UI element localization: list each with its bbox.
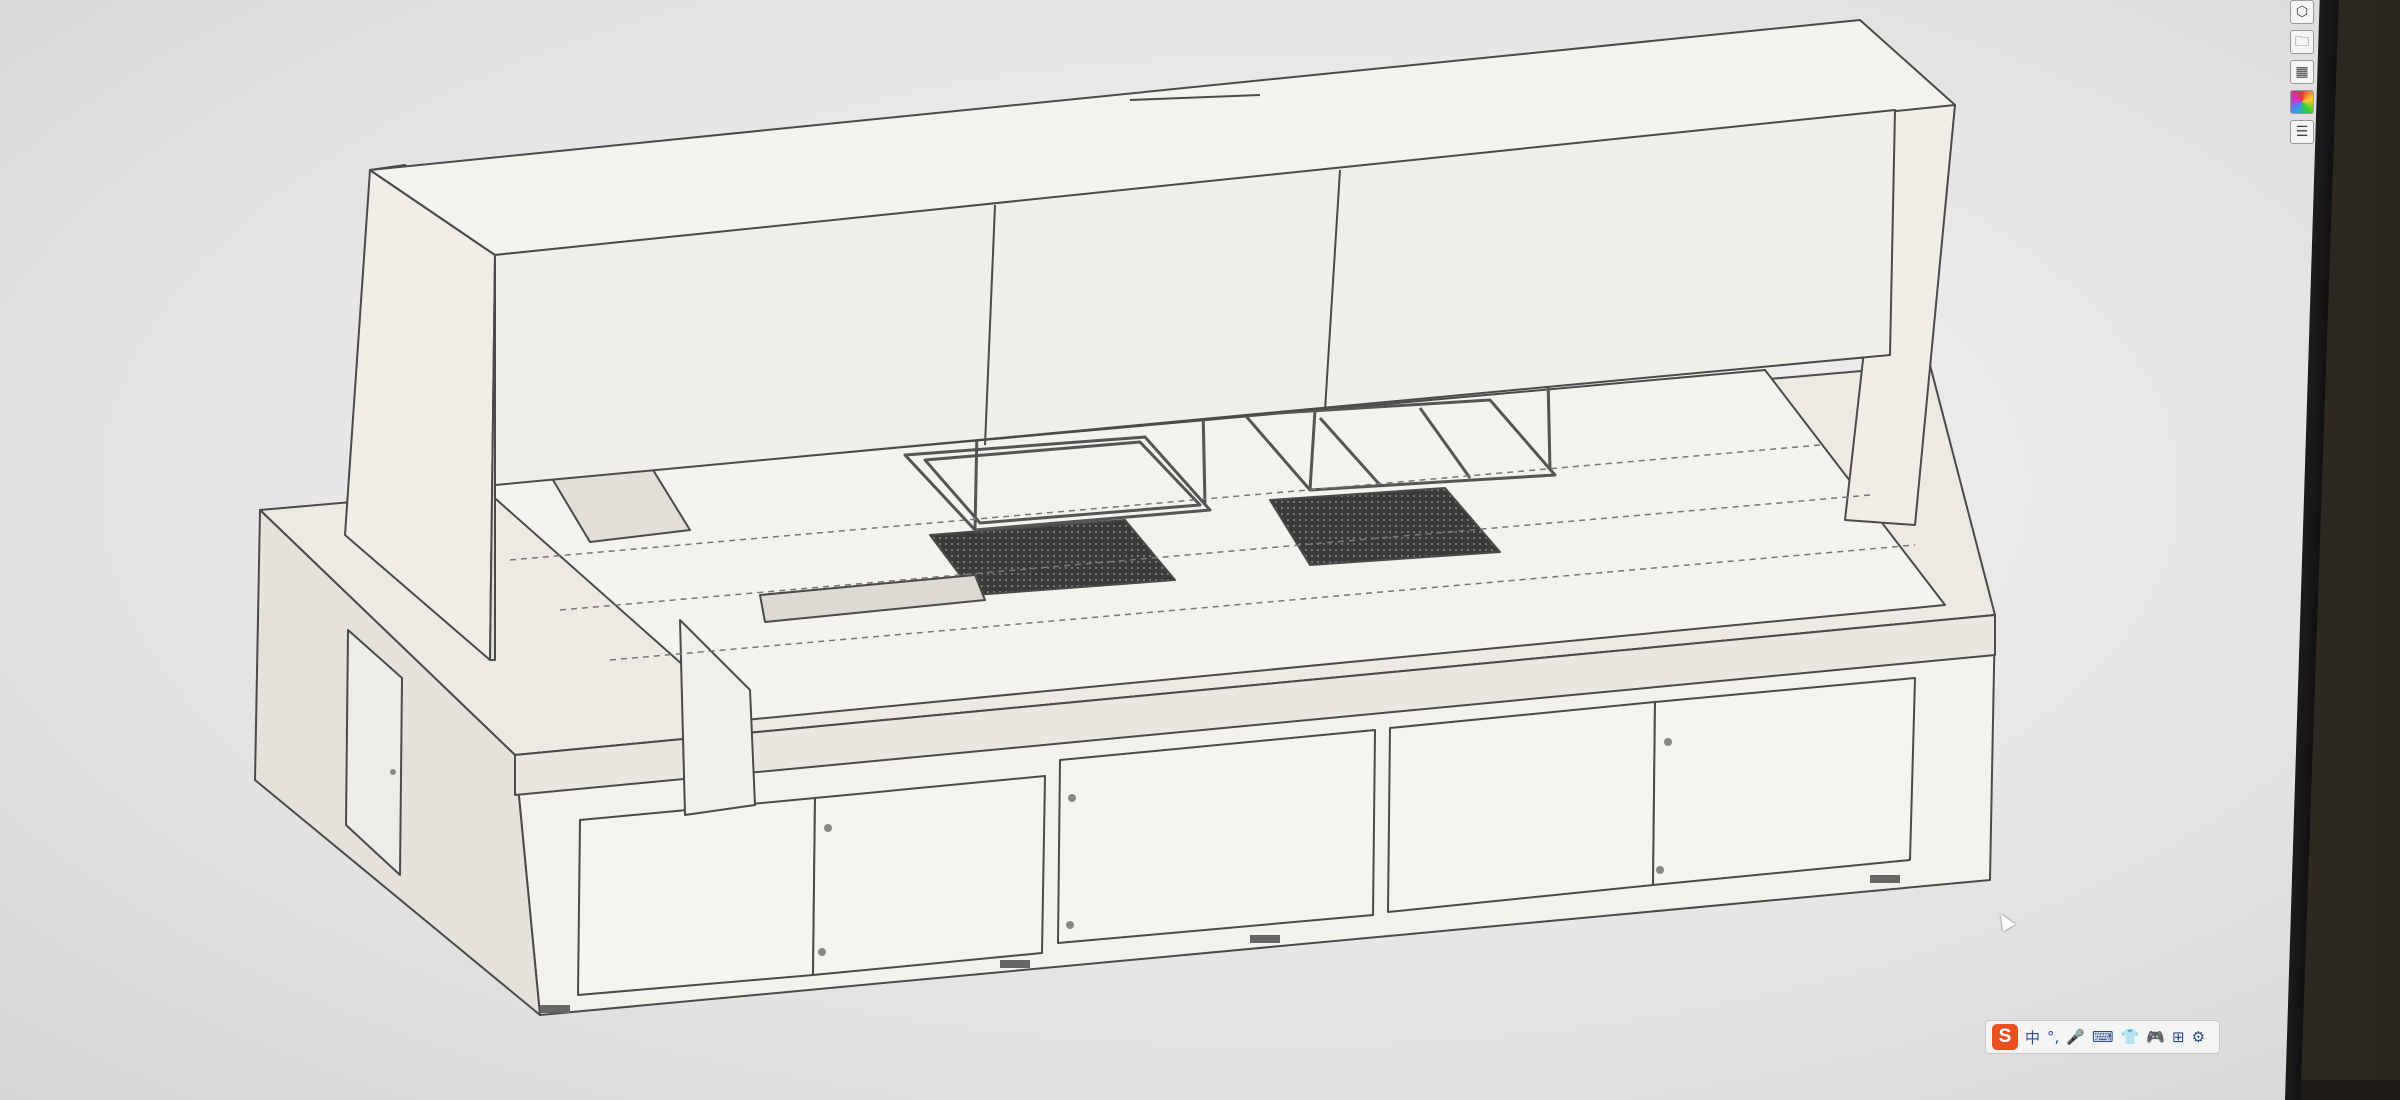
cube-view-icon[interactable]: ⬡ <box>2290 0 2314 24</box>
game-icon[interactable]: 🎮 <box>2146 1028 2165 1046</box>
cabinet-door <box>577 797 816 996</box>
properties-list-icon[interactable]: ☰ <box>2290 120 2314 144</box>
keyboard-icon[interactable]: ⌨ <box>2092 1028 2114 1046</box>
toolbox-icon[interactable]: ⊞ <box>2172 1028 2185 1046</box>
render-settings-icon[interactable]: ▦ <box>2290 60 2314 84</box>
input-mode-toggle[interactable]: 中 <box>2025 1027 2040 1048</box>
color-wheel-icon[interactable] <box>2290 90 2314 114</box>
open-folder-icon[interactable]: 🗀 <box>2290 30 2314 54</box>
cabinet-door <box>1652 677 1916 886</box>
microphone-icon[interactable]: 🎤 <box>2066 1028 2085 1046</box>
cad-3d-viewport[interactable] <box>0 0 2320 1100</box>
cabinet-door <box>1387 701 1656 913</box>
ime-status-bar: S 中 °, 🎤 ⌨ 👕 🎮 ⊞ ⚙ <box>1985 1020 2220 1054</box>
cabinet-door <box>812 775 1046 976</box>
settings-icon[interactable]: ⚙ <box>2192 1028 2205 1046</box>
sogou-logo-icon[interactable]: S <box>1992 1024 2018 1050</box>
monitor-screen <box>0 0 2320 1100</box>
skin-icon[interactable]: 👕 <box>2121 1028 2140 1046</box>
cabinet-door <box>1057 729 1376 944</box>
machine-model-drawing <box>254 19 1996 1016</box>
view-toolbar: ⬡ 🗀 ▦ ☰ <box>2290 0 2316 144</box>
punctuation-toggle[interactable]: °, <box>2047 1028 2059 1046</box>
